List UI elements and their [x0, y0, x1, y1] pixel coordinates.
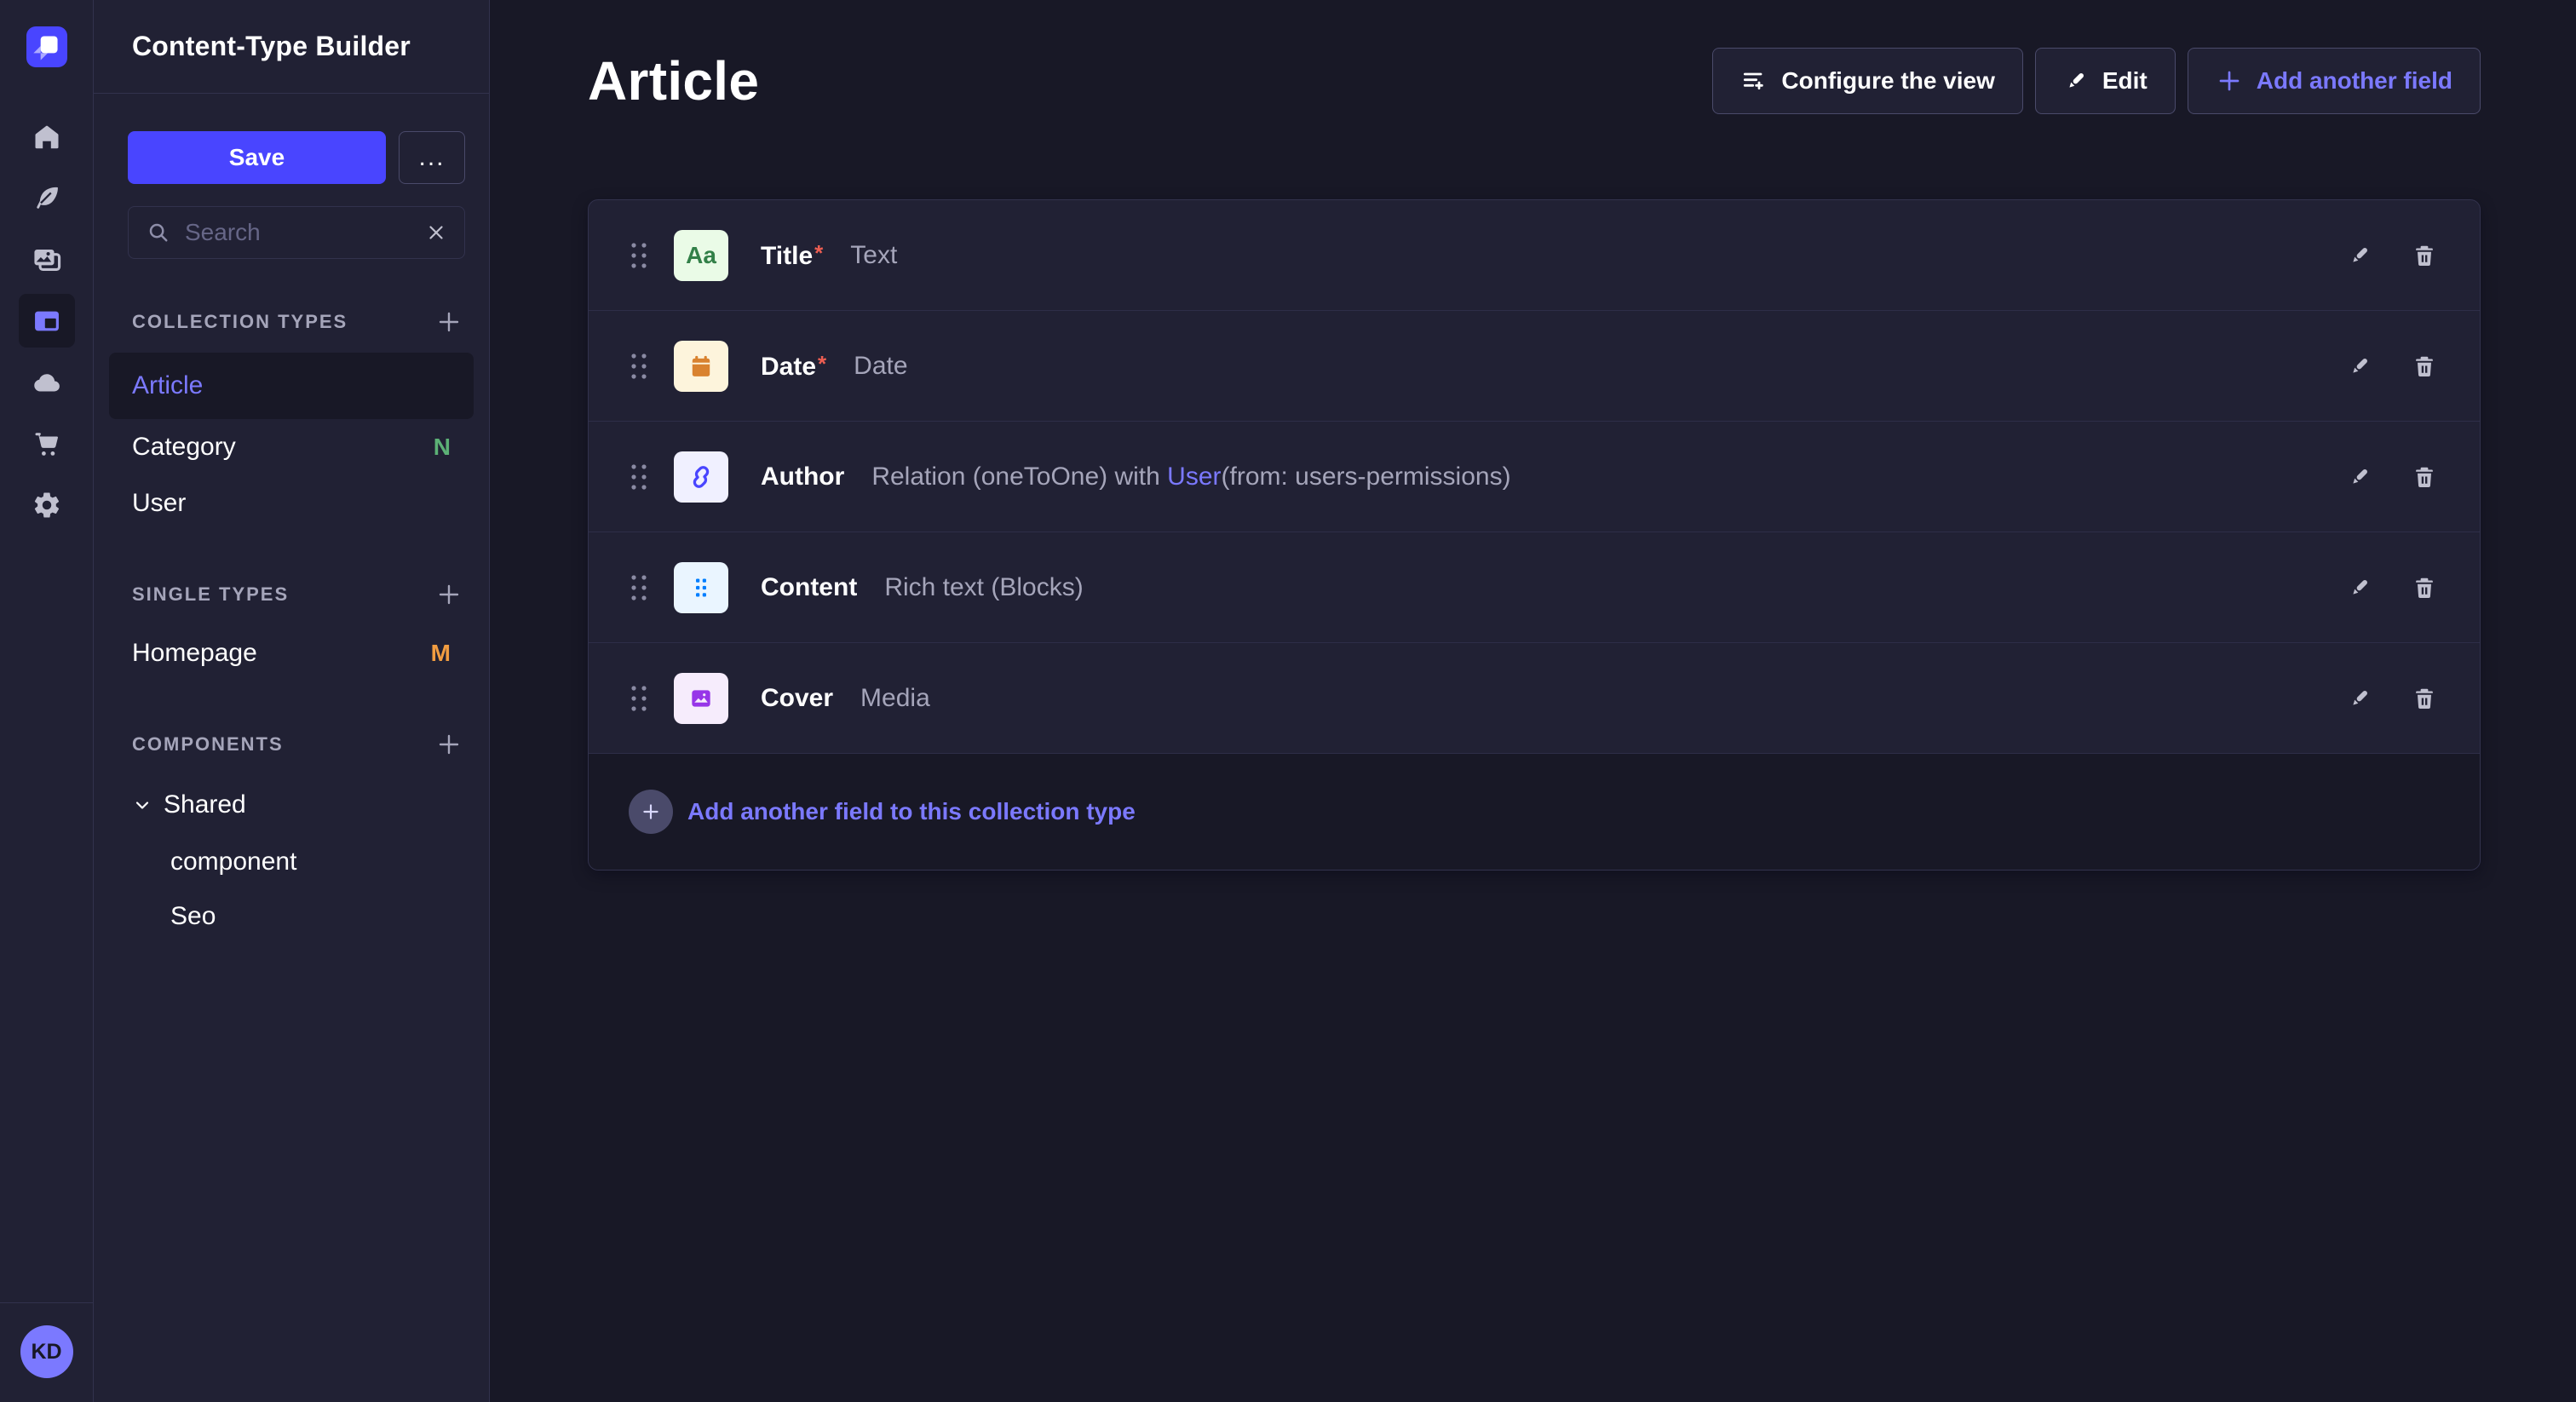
- search-icon: [146, 220, 171, 245]
- add-component-icon[interactable]: [435, 731, 463, 758]
- field-type: Rich text (Blocks): [884, 573, 1083, 602]
- field-name: Content: [761, 573, 857, 602]
- sidebar-item-category[interactable]: Category N: [109, 419, 474, 475]
- field-name: Author: [761, 463, 844, 491]
- field-type: Relation (oneToOne) with User(from: user…: [871, 463, 1510, 491]
- search-box: [128, 206, 465, 259]
- edit-field-icon[interactable]: [2347, 464, 2372, 490]
- status-badge: N: [434, 434, 451, 461]
- content-manager-icon[interactable]: [19, 171, 75, 225]
- delete-field-icon[interactable]: [2412, 464, 2437, 490]
- drag-handle-icon[interactable]: [628, 572, 650, 603]
- sidebar-item-user[interactable]: User: [109, 475, 474, 531]
- edit-field-icon[interactable]: [2347, 686, 2372, 711]
- add-field-footer-label: Add another field to this collection typ…: [687, 798, 1136, 825]
- drag-handle-icon[interactable]: [628, 462, 650, 492]
- field-name: Date*: [761, 351, 826, 382]
- blocks-field-icon: [674, 562, 728, 613]
- drag-handle-icon[interactable]: [628, 683, 650, 714]
- strapi-logo[interactable]: [26, 26, 67, 67]
- more-options-button[interactable]: ...: [399, 131, 465, 184]
- add-single-type-icon[interactable]: [435, 581, 463, 608]
- status-badge: M: [431, 640, 451, 667]
- delete-field-icon[interactable]: [2412, 575, 2437, 600]
- relation-field-icon: [674, 451, 728, 503]
- content-type-builder-sidebar: Content-Type Builder Save ... COLLECTION…: [94, 0, 490, 1402]
- home-icon[interactable]: [19, 110, 75, 164]
- field-name: Title*: [761, 240, 823, 271]
- drag-handle-icon[interactable]: [628, 240, 650, 271]
- search-clear-icon[interactable]: [425, 221, 447, 244]
- search-input[interactable]: [185, 219, 411, 246]
- navbar-footer: KD: [0, 1302, 93, 1402]
- sidebar-item-label: Homepage: [132, 639, 257, 668]
- component-group-shared[interactable]: Shared: [109, 775, 474, 835]
- sidebar-item-homepage[interactable]: Homepage M: [109, 625, 474, 681]
- add-collection-type-icon[interactable]: [435, 308, 463, 336]
- relation-target-link[interactable]: User: [1167, 463, 1221, 491]
- date-field-icon: [674, 341, 728, 392]
- plus-circle-icon: [629, 790, 673, 834]
- sidebar-item-label: Category: [132, 433, 236, 462]
- table-row: Aa Title* Text: [589, 200, 2480, 311]
- strapi-logo-icon: [27, 27, 66, 66]
- sidebar-item-label: Article: [132, 371, 203, 400]
- plus-icon: [2216, 67, 2243, 95]
- edit-button[interactable]: Edit: [2035, 48, 2176, 114]
- table-row: Content Rich text (Blocks): [589, 532, 2480, 643]
- delete-field-icon[interactable]: [2412, 353, 2437, 379]
- edit-field-icon[interactable]: [2347, 575, 2372, 600]
- deploy-cloud-icon[interactable]: [19, 355, 75, 409]
- chevron-down-icon: [132, 795, 152, 815]
- field-type: Text: [850, 241, 897, 270]
- media-field-icon: [674, 673, 728, 724]
- add-field-footer-link[interactable]: Add another field to this collection typ…: [589, 754, 2480, 870]
- edit-pencil-icon: [2063, 68, 2089, 94]
- delete-field-icon[interactable]: [2412, 243, 2437, 268]
- configure-view-icon: [1740, 67, 1768, 95]
- table-row: Date* Date: [589, 311, 2480, 422]
- edit-field-icon[interactable]: [2347, 353, 2372, 379]
- marketplace-cart-icon[interactable]: [19, 417, 75, 470]
- field-type: Media: [860, 684, 930, 713]
- sidebar-item-label: component: [170, 848, 296, 876]
- nav-icon-list: [19, 110, 75, 531]
- sidebar-item-component[interactable]: component: [109, 835, 474, 889]
- main-content: Article Configure the view Edit Add anot…: [490, 0, 2576, 1402]
- avatar[interactable]: KD: [20, 1325, 73, 1378]
- edit-field-icon[interactable]: [2347, 243, 2372, 268]
- fields-table: Aa Title* Text Date* Date: [588, 199, 2481, 871]
- page-title: Content-Type Builder: [94, 0, 489, 94]
- configure-view-button[interactable]: Configure the view: [1712, 48, 2022, 114]
- section-components: COMPONENTS Shared component: [109, 731, 474, 944]
- delete-field-icon[interactable]: [2412, 686, 2437, 711]
- sidebar-item-label: Seo: [170, 902, 216, 931]
- save-button[interactable]: Save: [128, 131, 386, 184]
- section-label: COMPONENTS: [132, 733, 284, 756]
- drag-handle-icon[interactable]: [628, 351, 650, 382]
- content-type-builder-icon[interactable]: [19, 294, 75, 348]
- section-collection-types: COLLECTION TYPES Article Category N User: [109, 308, 474, 531]
- section-label: SINGLE TYPES: [132, 583, 289, 606]
- media-library-icon[interactable]: [19, 233, 75, 286]
- sidebar-item-article[interactable]: Article: [109, 353, 474, 419]
- section-label: COLLECTION TYPES: [132, 311, 348, 333]
- main-navbar: KD: [0, 0, 94, 1402]
- section-single-types: SINGLE TYPES Homepage M: [109, 581, 474, 681]
- group-label: Shared: [164, 790, 246, 819]
- add-another-field-button[interactable]: Add another field: [2188, 48, 2481, 114]
- field-type: Date: [854, 352, 907, 381]
- field-name: Cover: [761, 684, 833, 713]
- settings-gear-icon[interactable]: [19, 478, 75, 531]
- sidebar-item-label: User: [132, 489, 186, 518]
- table-row: Author Relation (oneToOne) with User(fro…: [589, 422, 2480, 532]
- table-row: Cover Media: [589, 643, 2480, 754]
- sidebar-item-seo[interactable]: Seo: [109, 889, 474, 944]
- content-type-title: Article: [588, 49, 759, 112]
- text-field-icon: Aa: [674, 230, 728, 281]
